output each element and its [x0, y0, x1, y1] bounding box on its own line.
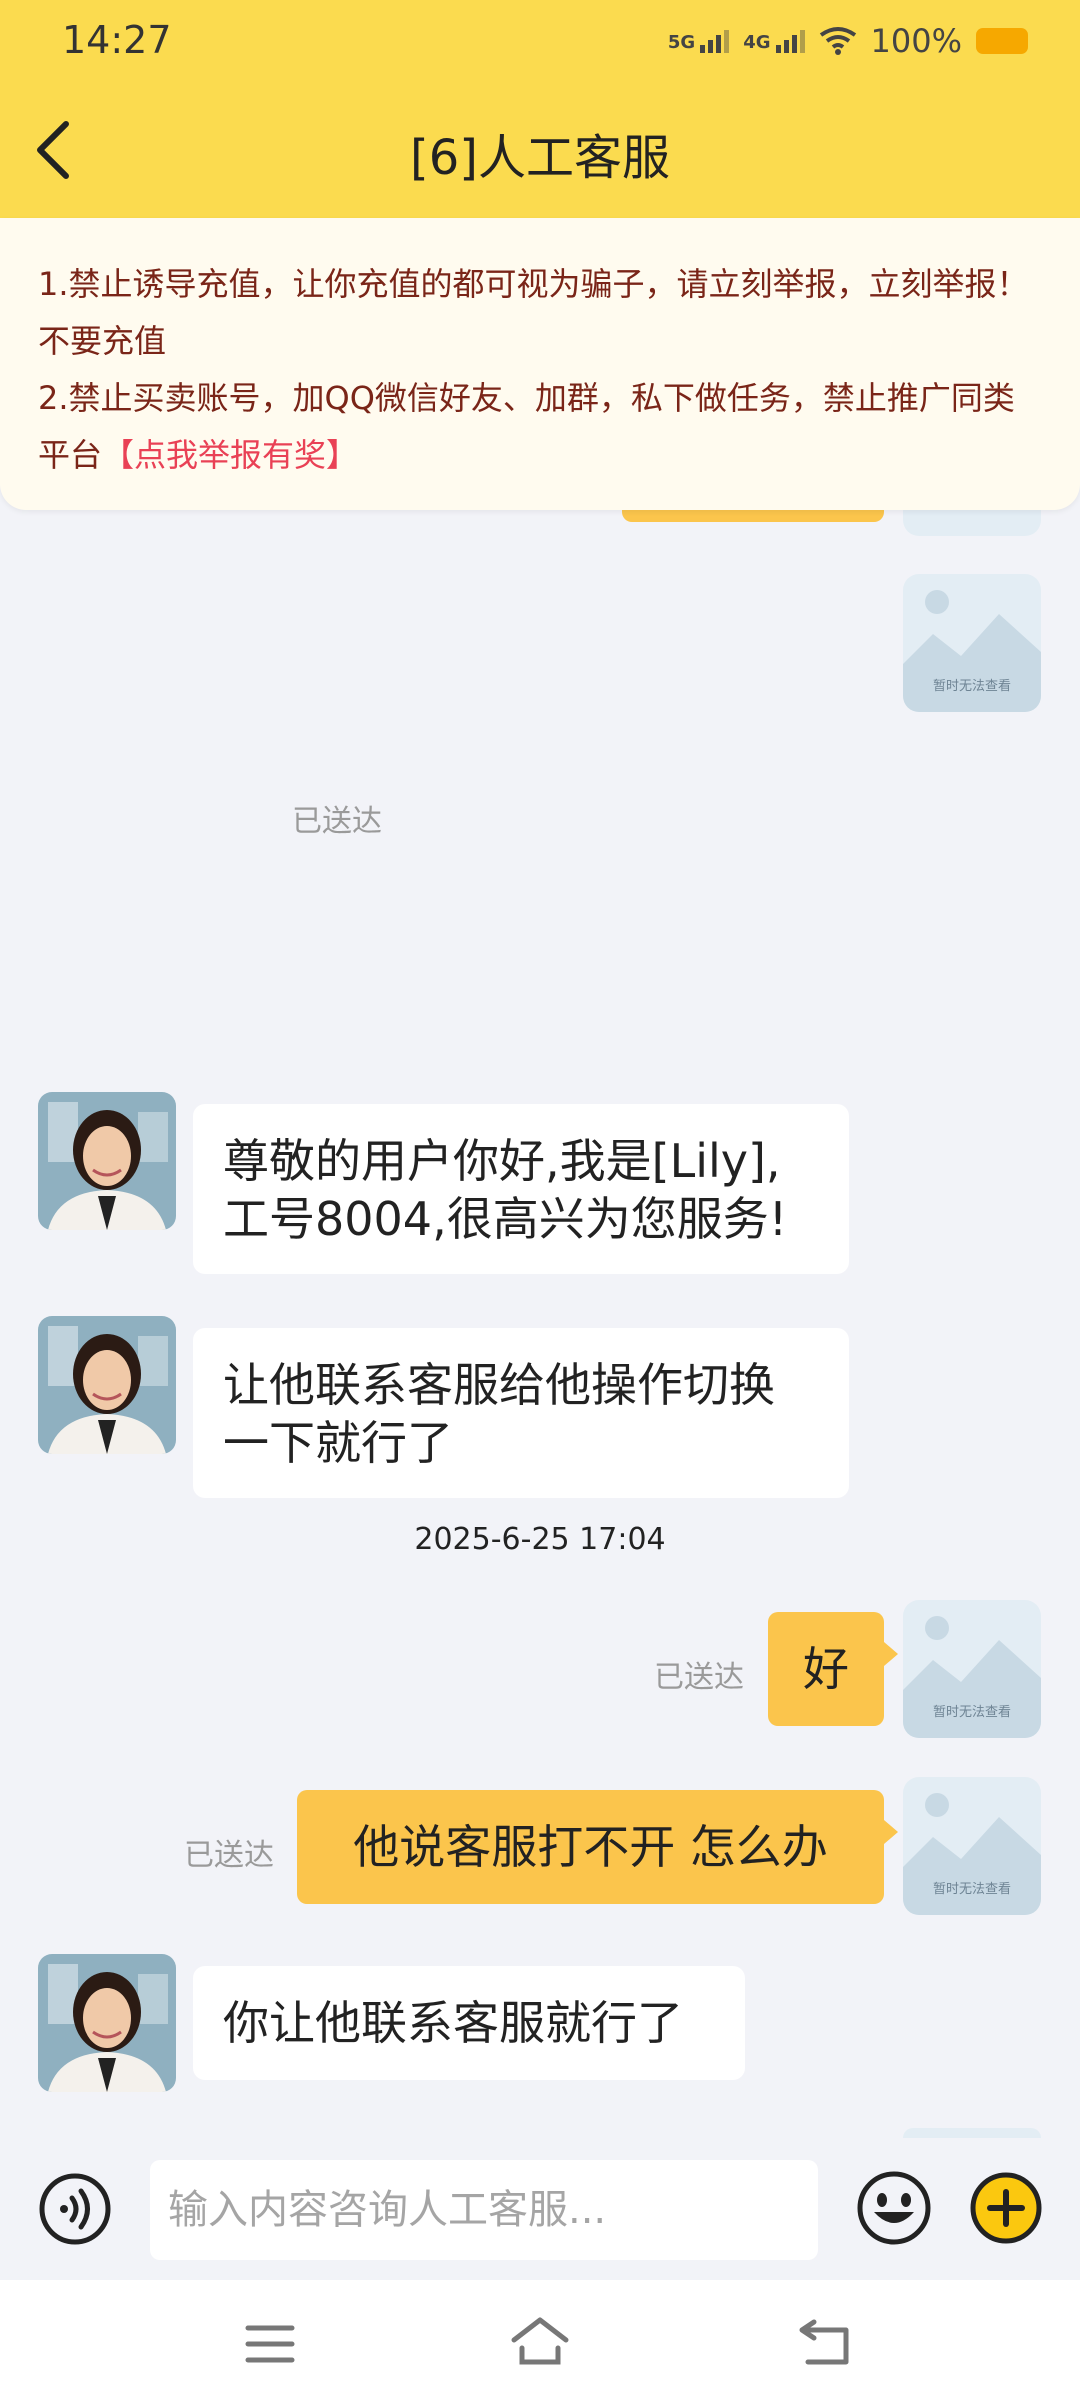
user-avatar-placeholder: 暂时无法查看 [903, 574, 1041, 712]
plus-icon[interactable] [968, 2170, 1044, 2246]
message-timestamp: 2025-6-25 17:04 [414, 1522, 666, 1557]
agent-message[interactable]: 你让他联系客服就行了 [193, 1966, 745, 2080]
battery-percent: 100% [870, 22, 962, 60]
wifi-icon [819, 27, 856, 55]
notice-banner: 1.禁止诱导充值，让你充值的都可视为骗子，请立刻举报，立刻举报！不要充值 2.禁… [0, 218, 1080, 510]
agent-message[interactable]: 让他联系客服给他操作切换一下就行了 [193, 1328, 849, 1498]
page-title: [6]人工客服 [410, 130, 670, 186]
user-avatar-placeholder: 暂时无法查看 [903, 1777, 1041, 1915]
user-message[interactable]: 他说客服打不开 怎么办 [297, 1790, 898, 1904]
voice-icon[interactable] [38, 2172, 112, 2246]
status-time: 14:27 [62, 18, 172, 62]
header-bar: 14:27 5G 4G 100% [6]人工客服 [0, 0, 1080, 218]
back-nav-icon[interactable] [798, 2318, 852, 2368]
user-message[interactable]: 好 [768, 1612, 898, 1726]
battery-icon [976, 28, 1028, 54]
status-icons: 5G 4G 100% [668, 22, 1028, 60]
report-link[interactable]: 【点我举报有奖】 [102, 436, 358, 474]
user-avatar-placeholder: 暂时无法查看 [903, 1600, 1041, 1738]
message-input[interactable] [150, 2160, 818, 2260]
delivered-status: 已送达 [654, 1660, 744, 1695]
notice-line-1: 1.禁止诱导充值，让你充值的都可视为骗子，请立刻举报，立刻举报！不要充值 [38, 265, 1029, 360]
input-bar [0, 2138, 1080, 2278]
agent-avatar[interactable] [38, 1954, 176, 2092]
delivered-status: 已送达 [292, 804, 382, 839]
agent-avatar[interactable] [38, 1316, 176, 1454]
signal-4g-icon: 4G [743, 29, 805, 53]
system-nav-bar [0, 2280, 1080, 2408]
agent-message[interactable]: 尊敬的用户你好,我是[Lily],工号8004,很高兴为您服务! [193, 1104, 849, 1274]
notice-text: 1.禁止诱导充值，让你充值的都可视为骗子，请立刻举报，立刻举报！不要充值 2.禁… [38, 256, 1038, 484]
menu-icon[interactable] [244, 2322, 296, 2366]
home-icon[interactable] [510, 2316, 570, 2368]
emoji-icon[interactable] [856, 2170, 932, 2246]
signal-5g-icon: 5G [668, 29, 730, 53]
partial-avatar-placeholder [903, 2128, 1041, 2138]
agent-avatar[interactable] [38, 1092, 176, 1230]
delivered-status: 已送达 [184, 1838, 274, 1873]
